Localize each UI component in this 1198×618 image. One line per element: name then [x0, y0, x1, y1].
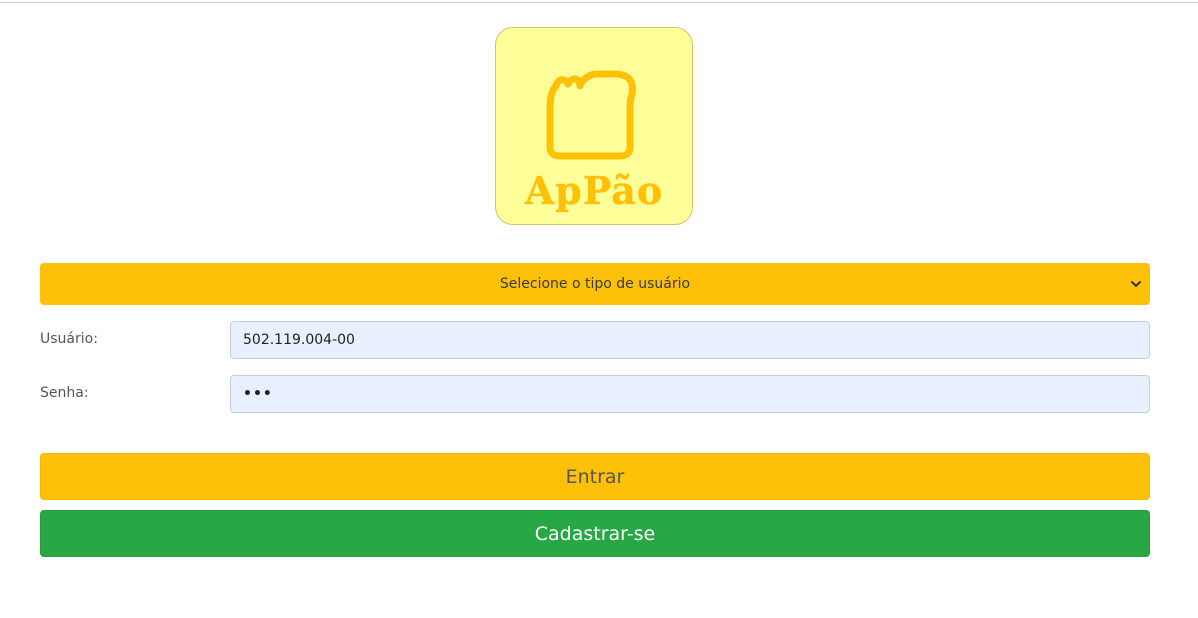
- app-logo: ApPão: [495, 27, 693, 225]
- user-input-value: 502.119.004-00: [243, 332, 355, 348]
- password-label: Senha:: [40, 385, 89, 401]
- top-divider: [0, 2, 1198, 3]
- password-input[interactable]: •••: [230, 375, 1150, 413]
- logo-text: ApPão: [524, 168, 664, 213]
- user-type-select[interactable]: Selecione o tipo de usuário: [40, 263, 1150, 305]
- user-input[interactable]: 502.119.004-00: [230, 321, 1150, 359]
- chevron-down-icon: [1131, 281, 1141, 287]
- user-label: Usuário:: [40, 331, 98, 347]
- register-button[interactable]: Cadastrar-se: [40, 510, 1150, 557]
- password-input-value: •••: [243, 386, 273, 402]
- user-type-select-value: Selecione o tipo de usuário: [499, 276, 691, 292]
- enter-button[interactable]: Entrar: [40, 453, 1150, 500]
